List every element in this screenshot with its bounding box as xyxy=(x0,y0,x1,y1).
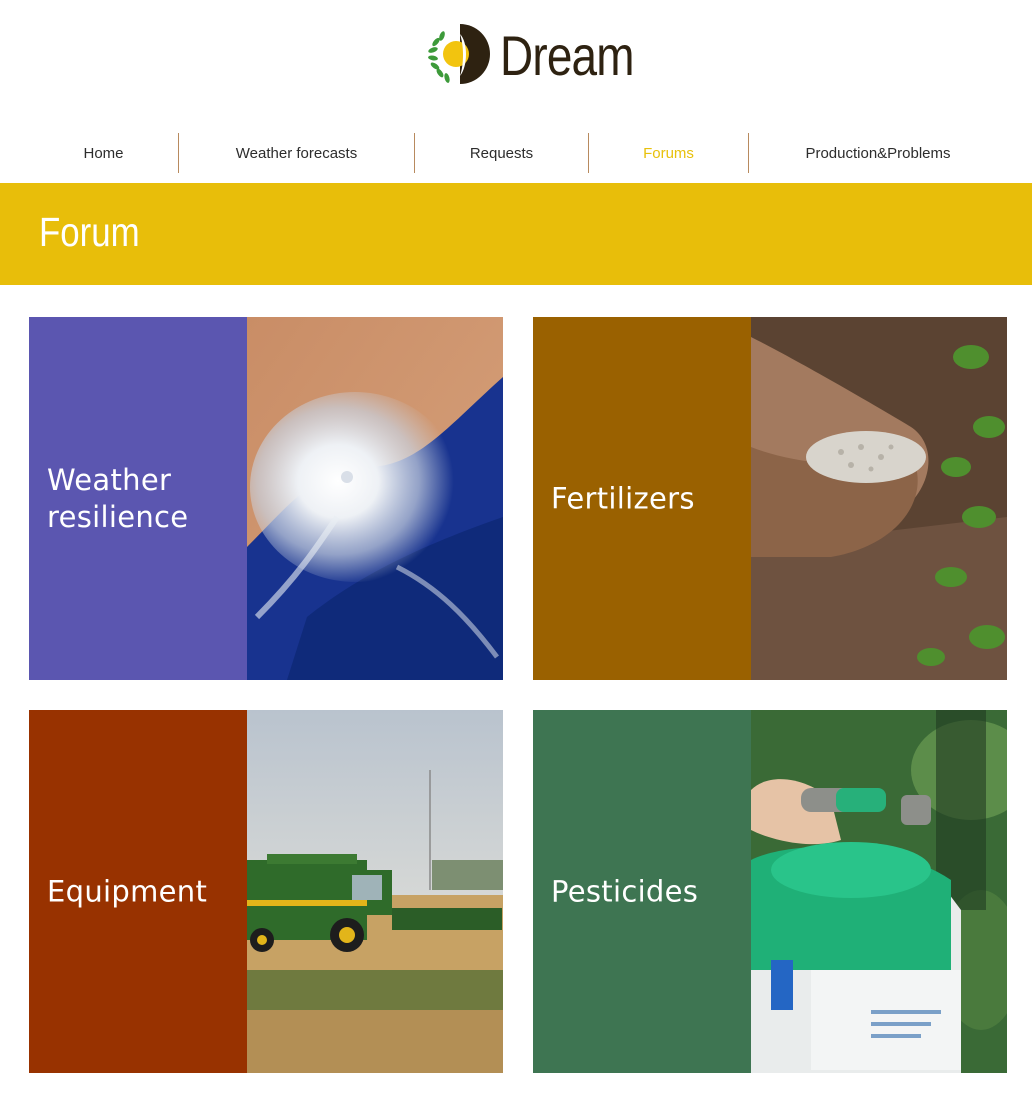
card-color-block: Fertilizers xyxy=(533,317,751,680)
page-banner: Forum xyxy=(0,183,1032,285)
hurricane-satellite-image xyxy=(247,317,503,680)
nav-item-home[interactable]: Home xyxy=(29,133,178,173)
pesticide-sprayer-image xyxy=(751,710,1007,1073)
card-label: Weather resilience xyxy=(47,462,189,534)
main-nav: Home Weather forecasts Requests Forums P… xyxy=(29,133,1007,173)
logo-text: Dream xyxy=(500,24,635,87)
card-color-block: Weather resilience xyxy=(29,317,247,680)
card-label: Fertilizers xyxy=(551,481,695,515)
card-color-block: Equipment xyxy=(29,710,247,1073)
site-logo[interactable]: Dream xyxy=(426,20,663,88)
card-label: Equipment xyxy=(47,874,208,908)
forum-card-pesticides[interactable]: Pesticides xyxy=(533,710,1007,1073)
combine-harvester-image xyxy=(247,710,503,1073)
nav-item-forums[interactable]: Forums xyxy=(588,133,748,173)
forum-card-weather-resilience[interactable]: Weather resilience xyxy=(29,317,503,680)
nav-item-requests[interactable]: Requests xyxy=(414,133,588,173)
card-label: Pesticides xyxy=(551,874,699,908)
forum-card-fertilizers[interactable]: Fertilizers xyxy=(533,317,1007,680)
page-title: Forum xyxy=(39,209,140,255)
hands-holding-fertilizer-image xyxy=(751,317,1007,680)
nav-item-production-problems[interactable]: Production&Problems xyxy=(748,133,1007,173)
card-color-block: Pesticides xyxy=(533,710,751,1073)
nav-item-weather-forecasts[interactable]: Weather forecasts xyxy=(178,133,414,173)
wheat-logo-icon xyxy=(428,24,490,84)
forum-card-equipment[interactable]: Equipment xyxy=(29,710,503,1073)
